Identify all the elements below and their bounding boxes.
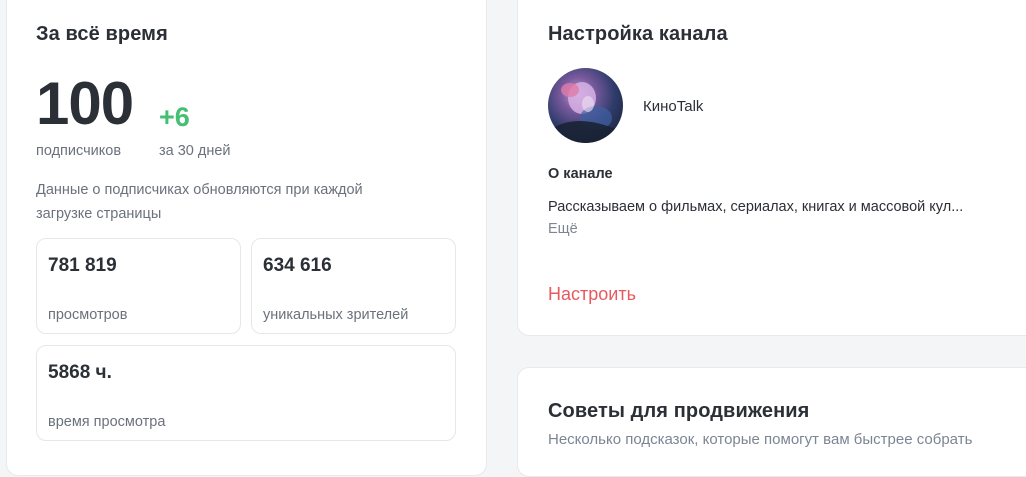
- metric-card-views: 781 819 просмотров: [36, 238, 241, 334]
- subscribers-label: подписчиков: [36, 143, 122, 159]
- about-channel-text: Рассказываем о фильмах, сериалах, книгах…: [548, 199, 964, 215]
- watch-time-value: 5868 ч.: [48, 362, 112, 383]
- delta-period-label: за 30 дней: [159, 143, 231, 159]
- subscribers-delta: +6: [159, 102, 190, 132]
- settings-title: Настройка канала: [548, 23, 728, 45]
- setup-channel-link[interactable]: Настроить: [548, 284, 636, 305]
- views-label: просмотров: [48, 307, 128, 323]
- tips-title: Советы для продвижения: [548, 400, 810, 422]
- subscribers-note: Данные о подписчиках обновляются при каж…: [36, 182, 363, 222]
- channel-name: КиноTalk: [643, 98, 704, 115]
- unique-viewers-label: уникальных зрителей: [263, 307, 409, 323]
- metric-card-unique-viewers: 634 616 уникальных зрителей: [251, 238, 456, 334]
- about-channel-title: О канале: [548, 166, 613, 182]
- channel-avatar[interactable]: [548, 68, 623, 143]
- stats-title: За всё время: [36, 23, 168, 45]
- subscribers-count: 100: [36, 70, 134, 137]
- views-value: 781 819: [48, 255, 117, 276]
- unique-viewers-value: 634 616: [263, 255, 332, 276]
- watch-time-label: время просмотра: [48, 414, 166, 430]
- show-more-link[interactable]: Ещё: [548, 221, 578, 237]
- avatar-image: [553, 82, 618, 143]
- metric-card-watch-time: 5868 ч. время просмотра: [36, 345, 456, 441]
- tips-subtitle: Несколько подсказок, которые помогут вам…: [548, 431, 973, 448]
